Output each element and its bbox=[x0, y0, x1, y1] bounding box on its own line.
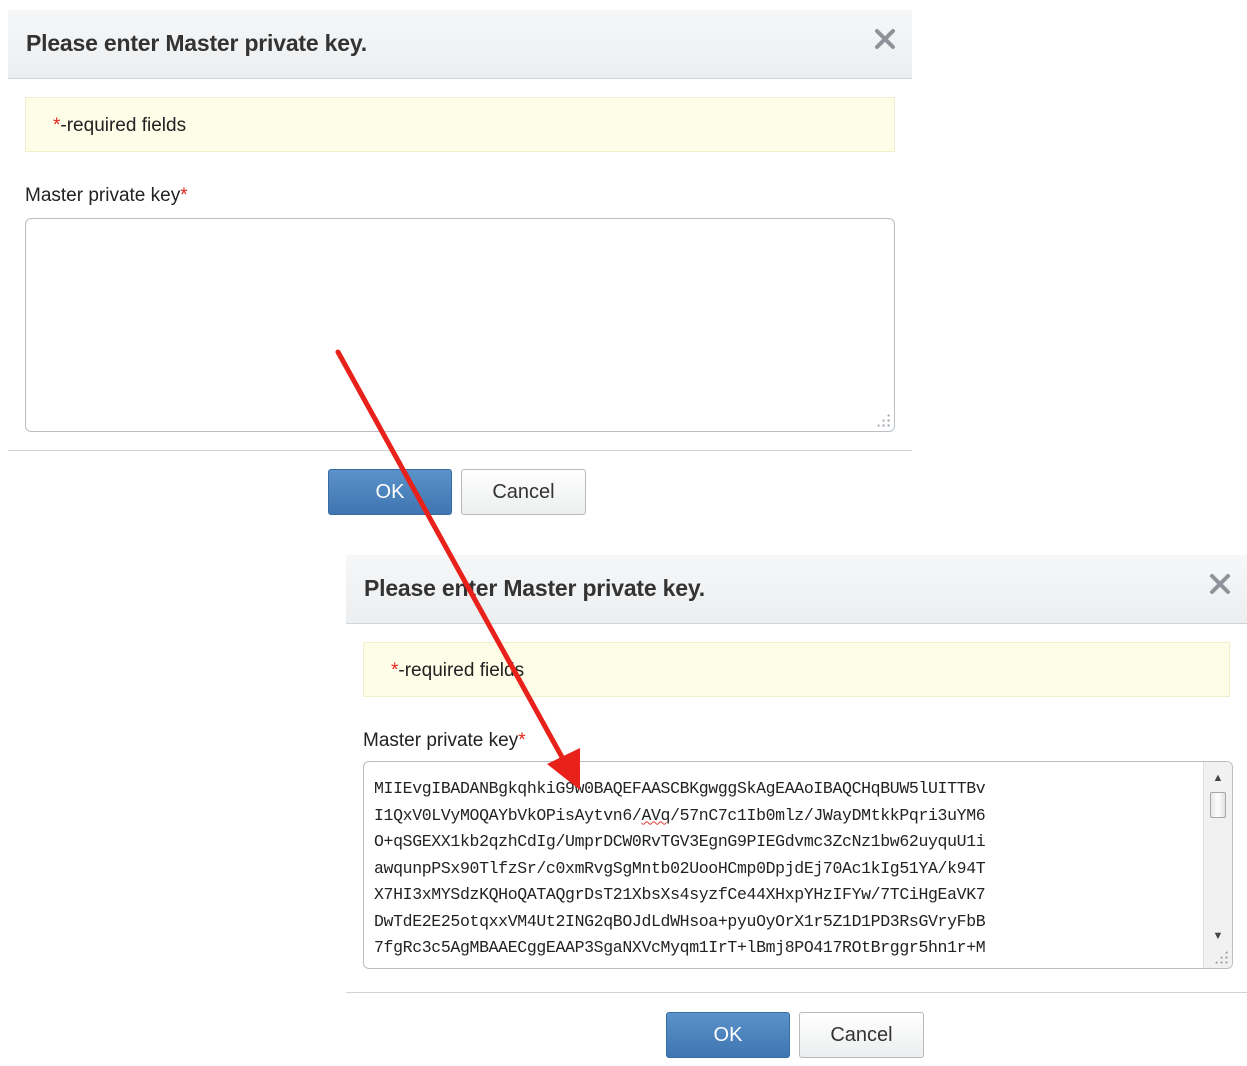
scrollbar-thumb[interactable] bbox=[1210, 792, 1226, 818]
key-line: I1QxV0LVyMOQAYbVkOPisAytvn6/ bbox=[374, 805, 642, 825]
cancel-button[interactable]: Cancel bbox=[461, 469, 586, 515]
key-line: 7fgRc3c5AgMBAAECggEAAP3SgaNXVcMyqm1IrT+l… bbox=[374, 938, 986, 957]
required-fields-notice: *-required fields bbox=[363, 642, 1230, 697]
key-line: DwTdE2E25otqxxVM4Ut2ING2qBOJdLdWHsoa+pyu… bbox=[374, 911, 986, 931]
spellcheck-word: AVq bbox=[641, 805, 671, 825]
footer-divider bbox=[346, 992, 1247, 993]
master-key-textarea[interactable] bbox=[25, 218, 895, 432]
resize-grip-icon[interactable] bbox=[876, 413, 890, 427]
key-line: MIIEvgIBADANBgkqhkiG9w0BAQEFAASCBKgwggSk… bbox=[374, 779, 986, 798]
required-fields-notice: *-required fields bbox=[25, 97, 895, 152]
dialog-title: Please enter Master private key. bbox=[26, 30, 367, 56]
required-fields-text: *-required fields bbox=[53, 115, 186, 137]
master-key-label: Master private key* bbox=[25, 185, 188, 207]
master-key-dialog-filled: Please enter Master private key. *-requi… bbox=[346, 555, 1247, 1066]
dialog-header: Please enter Master private key. bbox=[8, 10, 912, 79]
close-icon[interactable] bbox=[872, 26, 898, 52]
ok-button[interactable]: OK bbox=[666, 1012, 790, 1058]
master-key-label-text: Master private key bbox=[363, 730, 519, 751]
key-line: O+qSGEXX1kb2qzhCdIg/UmprDCW0RvTGV3EgnG9P… bbox=[374, 832, 986, 851]
master-key-dialog-empty: Please enter Master private key. *-requi… bbox=[8, 10, 912, 530]
required-fields-text: *-required fields bbox=[391, 660, 524, 682]
key-line: /57nC7c1Ib0mlz/JWayDMtkkPqri3uYM6 bbox=[670, 805, 986, 825]
master-key-textarea[interactable]: MIIEvgIBADANBgkqhkiG9w0BAQEFAASCBKgwggSk… bbox=[363, 761, 1233, 969]
scroll-down-arrow-icon[interactable]: ▼ bbox=[1204, 924, 1232, 948]
cancel-button[interactable]: Cancel bbox=[799, 1012, 924, 1058]
footer-divider bbox=[8, 450, 912, 451]
vertical-scrollbar[interactable]: ▲ ▼ bbox=[1203, 762, 1232, 968]
close-icon[interactable] bbox=[1207, 571, 1233, 597]
required-star: * bbox=[518, 730, 526, 751]
dialog-header: Please enter Master private key. bbox=[346, 555, 1247, 624]
dialog-title: Please enter Master private key. bbox=[364, 575, 705, 601]
master-key-label-text: Master private key bbox=[25, 185, 181, 206]
required-fields-label: -required fields bbox=[60, 115, 187, 136]
scroll-up-arrow-icon[interactable]: ▲ bbox=[1204, 766, 1232, 790]
ok-button[interactable]: OK bbox=[328, 469, 452, 515]
required-fields-label: -required fields bbox=[398, 660, 525, 681]
key-line: awqunpPSx90TlfzSr/c0xmRvgSgMntb02UooHCmp… bbox=[374, 858, 986, 878]
required-star: * bbox=[180, 185, 188, 206]
master-key-label: Master private key* bbox=[363, 730, 526, 752]
key-line: X7HI3xMYSdzKQHoQATAQgrDsT21XbsXs4syzfCe4… bbox=[374, 885, 986, 904]
master-key-value: MIIEvgIBADANBgkqhkiG9w0BAQEFAASCBKgwggSk… bbox=[374, 776, 1186, 962]
